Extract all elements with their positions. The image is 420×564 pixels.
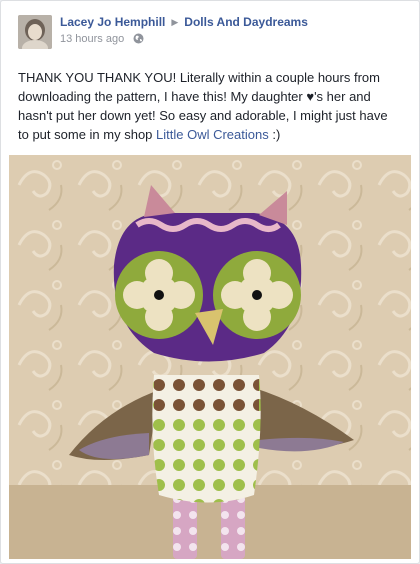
heart-symbol: ♥ xyxy=(306,89,315,104)
timestamp[interactable]: 13 hours ago xyxy=(60,33,124,45)
post-text: THANK YOU THANK YOU! Literally within a … xyxy=(18,68,398,144)
avatar[interactable] xyxy=(18,15,52,49)
post-meta: 13 hours ago xyxy=(60,33,144,47)
post-text-part: :) xyxy=(268,127,281,142)
globe-icon xyxy=(133,33,144,47)
post-names: Lacey Jo Hemphill ▶ Dolls And Daydreams xyxy=(60,15,308,29)
facebook-post: Lacey Jo Hemphill ▶ Dolls And Daydreams 13… xyxy=(0,0,420,564)
arrow-right-icon: ▶ xyxy=(171,17,179,27)
post-header: Lacey Jo Hemphill ▶ Dolls And Daydreams 13… xyxy=(18,15,409,51)
author-name[interactable]: Lacey Jo Hemphill xyxy=(60,15,165,29)
page-name[interactable]: Dolls And Daydreams xyxy=(184,15,308,29)
post-photo[interactable] xyxy=(9,155,411,559)
shop-link[interactable]: Little Owl Creations xyxy=(156,127,269,142)
